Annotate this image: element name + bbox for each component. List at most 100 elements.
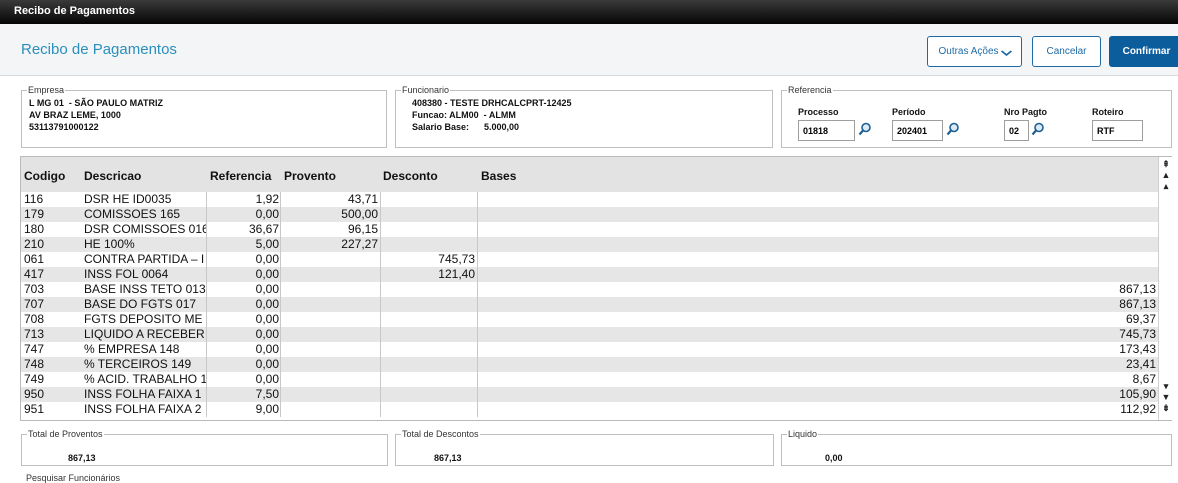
cell-provento [281, 372, 381, 387]
scroll-down-icon[interactable]: ▾ [1160, 381, 1172, 392]
grid-header: Codigo Descricao Referencia Provento Des… [21, 157, 1158, 192]
cell-provento [281, 357, 381, 372]
table-row[interactable]: 707 BASE DO FGTS 017 0,00 867,13 [21, 297, 1158, 312]
liquido-value: 0,00 [825, 453, 843, 463]
column-header-desconto[interactable]: Desconto [383, 169, 438, 183]
cell-referencia: 0,00 [207, 342, 281, 357]
cell-bases: 23,41 [1125, 357, 1156, 371]
cell-descricao: INSS FOLHA FAIXA 2 [81, 402, 207, 417]
processo-input[interactable]: 01818 [798, 120, 855, 141]
cell-referencia: 0,00 [207, 357, 281, 372]
cell-provento: 227,27 [281, 237, 381, 252]
table-row[interactable]: 210 HE 100% 5,00 227,27 [21, 237, 1158, 252]
cell-provento [281, 327, 381, 342]
periodo-input[interactable]: 202401 [892, 120, 943, 141]
cell-codigo: 749 [24, 372, 45, 386]
cell-bases [478, 222, 1158, 237]
cell-desconto [381, 297, 478, 312]
empresa-cnpj: 53113791000122 [29, 122, 99, 132]
cell-codigo: 707 [24, 297, 45, 311]
nro-pagto-input[interactable]: 02 [1004, 120, 1029, 141]
scroll-page-down-icon[interactable]: ▼ [1160, 392, 1172, 403]
outras-acoes-button[interactable]: Outras Ações [927, 36, 1022, 67]
cell-desconto [381, 282, 478, 297]
cell-referencia: 9,00 [207, 402, 281, 417]
cell-provento [281, 252, 381, 267]
cell-codigo: 180 [24, 222, 45, 236]
table-row[interactable]: 713 LIQUIDO A RECEBER 0,00 745,73 [21, 327, 1158, 342]
cell-bases: 867,13 [1119, 297, 1156, 311]
table-row[interactable]: 950 INSS FOLHA FAIXA 1 7,50 105,90 [21, 387, 1158, 402]
table-row[interactable]: 116 DSR HE ID0035 1,92 43,71 [21, 192, 1158, 207]
cell-referencia: 0,00 [207, 282, 281, 297]
cell-referencia: 0,00 [207, 312, 281, 327]
cell-referencia: 36,67 [207, 222, 281, 237]
total-descontos-value: 867,13 [434, 453, 462, 463]
column-header-descricao[interactable]: Descricao [84, 169, 141, 183]
cell-bases [478, 237, 1158, 252]
table-row[interactable]: 951 INSS FOLHA FAIXA 2 9,00 112,92 [21, 402, 1158, 417]
cell-referencia: 0,00 [207, 372, 281, 387]
cell-codigo: 179 [24, 207, 45, 221]
page-title: Recibo de Pagamentos [21, 41, 177, 58]
grid-scrollbar[interactable]: ⇞ ▲ ▴ ▾ ▼ ⇟ [1158, 157, 1172, 420]
cell-descricao: COMISSOES 165 [81, 207, 207, 222]
cell-provento [281, 282, 381, 297]
funcionario-salario: Salario Base: 5.000,00 [412, 122, 520, 132]
table-row[interactable]: 747 % EMPRESA 148 0,00 173,43 [21, 342, 1158, 357]
roteiro-input[interactable]: RTF [1092, 120, 1143, 141]
cell-bases [478, 267, 1158, 282]
scroll-top-icon[interactable]: ⇞ [1160, 159, 1172, 170]
table-row[interactable]: 061 CONTRA PARTIDA – I 0,00 745,73 [21, 252, 1158, 267]
column-header-codigo[interactable]: Codigo [24, 169, 65, 183]
processo-search-icon[interactable] [858, 122, 872, 136]
table-row[interactable]: 703 BASE INSS TETO 013 0,00 867,13 [21, 282, 1158, 297]
cell-bases [478, 207, 1158, 222]
cell-codigo: 747 [24, 342, 45, 356]
column-header-referencia[interactable]: Referencia [210, 169, 271, 183]
cell-provento [281, 387, 381, 402]
table-row[interactable]: 748 % TERCEIROS 149 0,00 23,41 [21, 357, 1158, 372]
cell-referencia: 0,00 [207, 327, 281, 342]
cell-referencia: 1,92 [207, 192, 281, 207]
cell-desconto: 745,73 [381, 252, 478, 267]
cancel-button[interactable]: Cancelar [1032, 36, 1101, 67]
cell-provento [281, 297, 381, 312]
cell-desconto [381, 237, 478, 252]
total-descontos-box: Total de Descontos 867,13 [395, 430, 774, 466]
cell-descricao: CONTRA PARTIDA – I [81, 252, 207, 267]
cell-codigo: 210 [24, 237, 45, 251]
cell-bases: 867,13 [1119, 282, 1156, 296]
cell-desconto [381, 222, 478, 237]
grid-body: 116 DSR HE ID0035 1,92 43,71 179 COMISSOES 16… [21, 192, 1158, 417]
cell-desconto [381, 192, 478, 207]
table-row[interactable]: 179 COMISSOES 165 0,00 500,00 [21, 207, 1158, 222]
cell-provento: 96,15 [281, 222, 381, 237]
cell-desconto: 121,40 [381, 267, 478, 282]
table-row[interactable]: 180 DSR COMISSOES 016 36,67 96,15 [21, 222, 1158, 237]
confirm-button[interactable]: Confirmar [1109, 36, 1178, 67]
column-header-provento[interactable]: Provento [284, 169, 336, 183]
cell-provento [281, 342, 381, 357]
cell-bases [478, 252, 1158, 267]
table-row[interactable]: 749 % ACID. TRABALHO 1 0,00 8,67 [21, 372, 1158, 387]
scroll-bottom-icon[interactable]: ⇟ [1160, 403, 1172, 414]
funcionario-funcao: Funcao: ALM00 - ALMM [412, 110, 516, 120]
cell-bases [478, 192, 1158, 207]
column-header-bases[interactable]: Bases [481, 169, 516, 183]
payments-grid: Codigo Descricao Referencia Provento Des… [20, 156, 1172, 421]
scroll-up-icon[interactable]: ▴ [1160, 181, 1172, 192]
roteiro-label: Roteiro [1092, 107, 1124, 117]
funcionario-name: 408380 - TESTE DRHCALCPRT-12425 [412, 98, 572, 108]
cell-codigo: 713 [24, 327, 45, 341]
table-row[interactable]: 708 FGTS DEPOSITO ME 0,00 69,37 [21, 312, 1158, 327]
cell-descricao: % TERCEIROS 149 [81, 357, 207, 372]
nro-pagto-search-icon[interactable] [1031, 122, 1045, 136]
scroll-page-up-icon[interactable]: ▲ [1160, 170, 1172, 181]
cell-desconto [381, 372, 478, 387]
cell-descricao: DSR HE ID0035 [81, 192, 207, 207]
periodo-search-icon[interactable] [946, 122, 960, 136]
cell-referencia: 0,00 [207, 267, 281, 282]
liquido-label: Liquido [788, 429, 818, 439]
table-row[interactable]: 417 INSS FOL 0064 0,00 121,40 [21, 267, 1158, 282]
